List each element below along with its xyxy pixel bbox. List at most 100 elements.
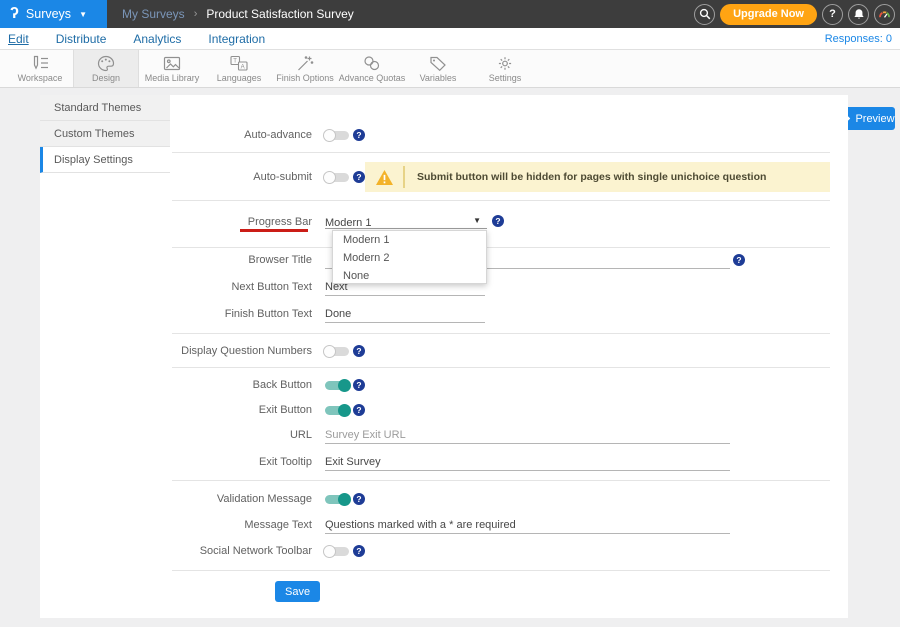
- auto-submit-warning: Submit button will be hidden for pages w…: [365, 162, 830, 192]
- bell-icon: [853, 8, 865, 20]
- tab-analytics[interactable]: Analytics: [133, 32, 181, 46]
- social-network-toolbar-toggle[interactable]: [325, 547, 349, 556]
- sidebar-item-standard-themes[interactable]: Standard Themes: [40, 95, 170, 121]
- input-underline: [325, 533, 730, 534]
- page-title: Product Satisfaction Survey: [206, 7, 353, 21]
- toolbar-item-workspace[interactable]: Workspace: [7, 50, 73, 87]
- dropdown-option-modern-1[interactable]: Modern 1: [333, 231, 486, 249]
- magic-wand-icon: [295, 55, 315, 72]
- social-network-toolbar-help-icon[interactable]: [353, 545, 365, 557]
- responses-count[interactable]: Responses: 0: [825, 33, 892, 45]
- divider: [172, 200, 830, 201]
- questionpro-logo-icon: ʔ: [10, 0, 19, 28]
- auto-submit-help-icon[interactable]: [353, 171, 365, 183]
- search-icon: [699, 8, 711, 20]
- svg-text:T: T: [233, 58, 237, 64]
- auto-submit-toggle[interactable]: [325, 173, 349, 182]
- validation-message-label: Validation Message: [150, 492, 312, 506]
- sidebar-item-label: Standard Themes: [54, 102, 141, 114]
- chevron-down-icon: ▼: [473, 216, 481, 225]
- display-question-numbers-toggle[interactable]: [325, 347, 349, 356]
- tab-distribute[interactable]: Distribute: [56, 32, 107, 46]
- browser-title-help-icon[interactable]: [733, 254, 745, 266]
- display-question-numbers-label: Display Question Numbers: [150, 344, 312, 358]
- upgrade-now-button[interactable]: Upgrade Now: [720, 4, 817, 25]
- auto-advance-help-icon[interactable]: [353, 129, 365, 141]
- progress-bar-help-icon[interactable]: [492, 215, 504, 227]
- social-network-toolbar-label: Social Network Toolbar: [150, 544, 312, 558]
- translate-icon: TA: [229, 55, 249, 72]
- search-button[interactable]: [694, 4, 715, 25]
- image-icon: [162, 55, 182, 72]
- finish-button-text-input[interactable]: Done: [325, 307, 351, 321]
- toolbar-item-languages[interactable]: TA Languages: [206, 50, 272, 87]
- toolbar-item-design[interactable]: Design: [73, 50, 139, 87]
- toolbar-item-finish-options[interactable]: Finish Options: [272, 50, 338, 87]
- warning-text: Submit button will be hidden for pages w…: [417, 171, 766, 183]
- exit-button-toggle[interactable]: [325, 406, 349, 415]
- tag-icon: [428, 55, 448, 72]
- warning-triangle-icon: [375, 169, 394, 186]
- exit-url-input[interactable]: Survey Exit URL: [325, 428, 406, 442]
- divider: [172, 367, 830, 368]
- toolbar-item-advance-quotas[interactable]: Advance Quotas: [339, 50, 405, 87]
- validation-message-toggle[interactable]: [325, 495, 349, 504]
- dropdown-option-modern-2[interactable]: Modern 2: [333, 249, 486, 267]
- gauge-icon: [878, 9, 891, 19]
- usage-meter-button[interactable]: [874, 4, 895, 25]
- message-text-input[interactable]: Questions marked with a * are required: [325, 518, 516, 532]
- input-underline: [325, 443, 730, 444]
- toolbar-item-variables[interactable]: Variables: [405, 50, 471, 87]
- tab-edit[interactable]: Edit: [8, 32, 29, 46]
- auto-submit-label: Auto-submit: [150, 170, 312, 184]
- input-underline: [325, 295, 485, 296]
- progress-bar-dropdown: Modern 1 Modern 2 None: [332, 230, 487, 284]
- warning-divider: [403, 166, 405, 188]
- product-menu-label: Surveys: [26, 7, 71, 21]
- red-annotation-underline: [240, 229, 308, 232]
- divider: [172, 570, 830, 571]
- progress-bar-select[interactable]: Modern 1 ▼: [325, 213, 487, 229]
- chevron-down-icon: ▼: [79, 10, 87, 19]
- preview-label: Preview: [855, 113, 894, 125]
- toolbar-item-settings[interactable]: Settings: [472, 50, 538, 87]
- toolbar-item-label: Media Library: [145, 73, 200, 83]
- product-menu[interactable]: ʔ Surveys ▼: [0, 0, 107, 28]
- validation-message-help-icon[interactable]: [353, 493, 365, 505]
- message-text-label: Message Text: [150, 518, 312, 532]
- tab-integration[interactable]: Integration: [208, 32, 265, 46]
- save-button[interactable]: Save: [275, 581, 320, 602]
- auto-advance-toggle[interactable]: [325, 131, 349, 140]
- gear-icon: [495, 55, 515, 72]
- divider: [172, 152, 830, 153]
- breadcrumb: My Surveys › Product Satisfaction Survey: [122, 0, 354, 28]
- toolbar-item-label: Design: [92, 73, 120, 83]
- exit-button-help-icon[interactable]: [353, 404, 365, 416]
- browser-title-label: Browser Title: [150, 253, 312, 267]
- exit-tooltip-input[interactable]: Exit Survey: [325, 455, 381, 469]
- top-bar: ʔ Surveys ▼ My Surveys › Product Satisfa…: [0, 0, 900, 28]
- exit-tooltip-label: Exit Tooltip: [150, 455, 312, 469]
- sidebar-item-label: Custom Themes: [54, 128, 135, 140]
- display-question-numbers-help-icon[interactable]: [353, 345, 365, 357]
- design-toolbar: Workspace Design Media Library TA Langua…: [0, 50, 900, 88]
- help-button[interactable]: ?: [822, 4, 843, 25]
- exit-button-label: Exit Button: [150, 403, 312, 417]
- finish-button-text-label: Finish Button Text: [150, 307, 312, 321]
- breadcrumb-parent[interactable]: My Surveys: [122, 7, 185, 21]
- breadcrumb-separator-icon: ›: [194, 8, 198, 20]
- input-underline: [325, 322, 485, 323]
- input-underline: [325, 470, 730, 471]
- back-button-toggle[interactable]: [325, 381, 349, 390]
- toolbar-item-label: Advance Quotas: [339, 73, 406, 83]
- progress-bar-label: Progress Bar: [150, 215, 312, 229]
- palette-icon: [96, 55, 116, 72]
- dropdown-option-none[interactable]: None: [333, 267, 486, 285]
- toolbar-item-label: Variables: [420, 73, 457, 83]
- workspace-icon: [30, 55, 50, 72]
- toolbar-item-label: Settings: [489, 73, 522, 83]
- notifications-button[interactable]: [848, 4, 869, 25]
- svg-text:A: A: [241, 64, 245, 70]
- back-button-help-icon[interactable]: [353, 379, 365, 391]
- toolbar-item-media-library[interactable]: Media Library: [139, 50, 205, 87]
